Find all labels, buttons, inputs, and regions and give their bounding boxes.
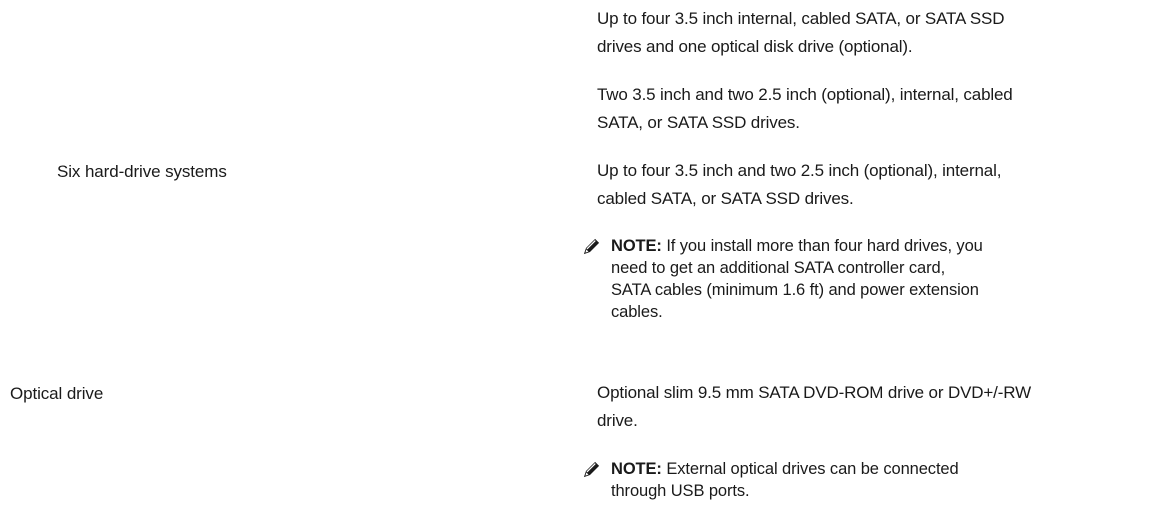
value-line: drives and one optical disk drive (optio… [597, 37, 913, 56]
spec-page: Up to four 3.5 inch internal, cabled SAT… [0, 0, 1157, 517]
value-line: Up to four 3.5 inch and two 2.5 inch (op… [597, 161, 1002, 180]
note-text: NOTE: If you install more than four hard… [611, 235, 1151, 323]
note-prefix: NOTE: [611, 237, 662, 255]
note-line: NOTE: If you install more than four hard… [611, 235, 1151, 257]
spec-value: Up to four 3.5 inch and two 2.5 inch (op… [597, 157, 1157, 213]
value-line: drive. [597, 411, 638, 430]
note-body: External optical drives can be connected [666, 460, 959, 478]
spec-value: Optional slim 9.5 mm SATA DVD-ROM drive … [597, 379, 1157, 435]
note-text: NOTE: External optical drives can be con… [611, 458, 1151, 502]
value-line: Up to four 3.5 inch internal, cabled SAT… [597, 9, 1005, 28]
note-line: NOTE: External optical drives can be con… [611, 458, 1151, 480]
note-prefix: NOTE: [611, 460, 662, 478]
spec-label: Optical drive [10, 384, 104, 403]
note-line: through USB ports. [611, 482, 750, 500]
spec-value: Up to four 3.5 inch internal, cabled SAT… [597, 5, 1157, 61]
value-line: cabled SATA, or SATA SSD drives. [597, 189, 854, 208]
note-line: SATA cables (minimum 1.6 ft) and power e… [611, 281, 979, 299]
value-line: SATA, or SATA SSD drives. [597, 113, 800, 132]
spec-value: Two 3.5 inch and two 2.5 inch (optional)… [597, 81, 1157, 137]
note-pencil-icon [583, 461, 600, 478]
note-pencil-icon [583, 238, 600, 255]
note-line: need to get an additional SATA controlle… [611, 259, 946, 277]
note-body: If you install more than four hard drive… [666, 237, 983, 255]
note-line: cables. [611, 303, 663, 321]
value-line: Two 3.5 inch and two 2.5 inch (optional)… [597, 85, 1013, 104]
spec-label: Six hard-drive systems [57, 162, 227, 181]
value-line: Optional slim 9.5 mm SATA DVD-ROM drive … [597, 383, 1031, 402]
